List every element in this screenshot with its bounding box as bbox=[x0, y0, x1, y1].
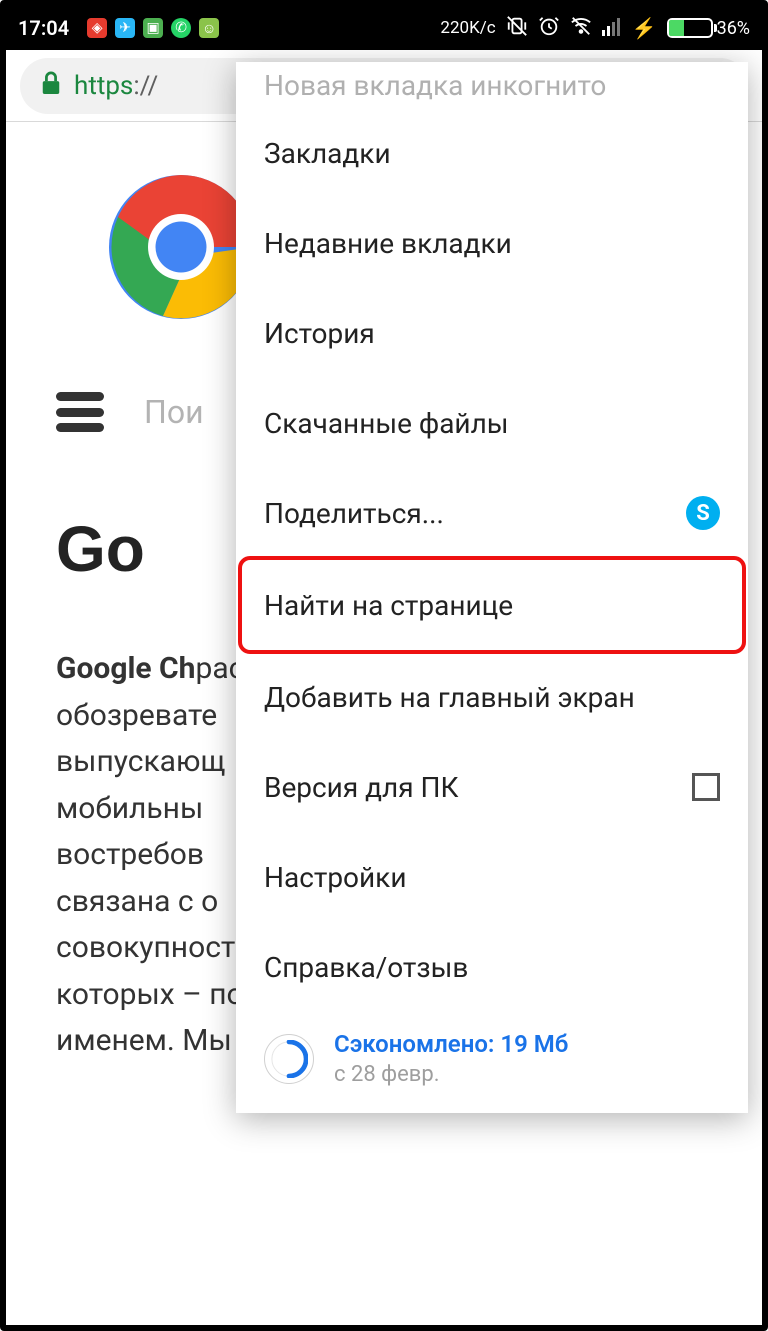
status-right: 220K/c ⚡ 36% bbox=[440, 15, 750, 42]
skype-icon: S bbox=[686, 496, 720, 530]
menu-item-find-in-page[interactable]: Найти на странице bbox=[242, 560, 742, 650]
lock-icon bbox=[40, 70, 62, 102]
wifi-off-icon bbox=[570, 15, 592, 42]
app-icon-1: ◈ bbox=[87, 18, 107, 38]
phone-frame: 17:04 ◈ ✈ ▣ ✆ ☺ 220K/c ⚡ 36% bbox=[0, 0, 768, 1331]
vibrate-icon bbox=[506, 15, 528, 42]
menu-item-add-to-home[interactable]: Добавить на главный экран bbox=[236, 652, 748, 742]
status-bar: 17:04 ◈ ✈ ▣ ✆ ☺ 220K/c ⚡ 36% bbox=[6, 6, 762, 50]
data-savings-text: Сэкономлено: 19 Мб с 28 февр. bbox=[334, 1030, 568, 1087]
page-search-placeholder[interactable]: Пои bbox=[144, 393, 204, 431]
url-text: https:// bbox=[74, 71, 158, 101]
menu-item-recent-tabs[interactable]: Недавние вкладки bbox=[236, 198, 748, 288]
alarm-icon bbox=[538, 15, 560, 42]
browser-menu: Новая вкладка инкогнито Закладки Недавни… bbox=[236, 62, 748, 1113]
menu-item-settings[interactable]: Настройки bbox=[236, 832, 748, 922]
menu-item-downloads[interactable]: Скачанные файлы bbox=[236, 378, 748, 468]
status-time: 17:04 bbox=[18, 16, 69, 40]
menu-item-bookmarks[interactable]: Закладки bbox=[236, 108, 748, 198]
menu-item-help[interactable]: Справка/отзыв bbox=[236, 922, 748, 1012]
charging-icon: ⚡ bbox=[632, 16, 657, 40]
app-icon-2: ✈ bbox=[115, 18, 135, 38]
status-left: 17:04 ◈ ✈ ▣ ✆ ☺ bbox=[18, 16, 219, 40]
signal-icon bbox=[602, 16, 622, 41]
menu-item-share[interactable]: Поделиться... S bbox=[236, 468, 748, 558]
menu-item-desktop-site[interactable]: Версия для ПК bbox=[236, 742, 748, 832]
menu-item-incognito[interactable]: Новая вкладка инкогнито bbox=[236, 68, 748, 108]
battery-percent: 36% bbox=[717, 18, 750, 39]
desktop-site-checkbox[interactable] bbox=[692, 773, 720, 801]
network-speed: 220K/c bbox=[440, 18, 495, 38]
battery-indicator: 36% bbox=[667, 18, 750, 39]
app-icon-4: ✆ bbox=[171, 18, 191, 38]
menu-data-savings[interactable]: Сэкономлено: 19 Мб с 28 февр. bbox=[236, 1012, 748, 1113]
menu-item-history[interactable]: История bbox=[236, 288, 748, 378]
hamburger-icon[interactable] bbox=[56, 392, 104, 432]
data-saver-icon bbox=[264, 1034, 314, 1084]
app-icon-3: ▣ bbox=[143, 18, 163, 38]
chrome-logo-icon bbox=[106, 172, 256, 322]
app-icon-5: ☺ bbox=[199, 18, 219, 38]
